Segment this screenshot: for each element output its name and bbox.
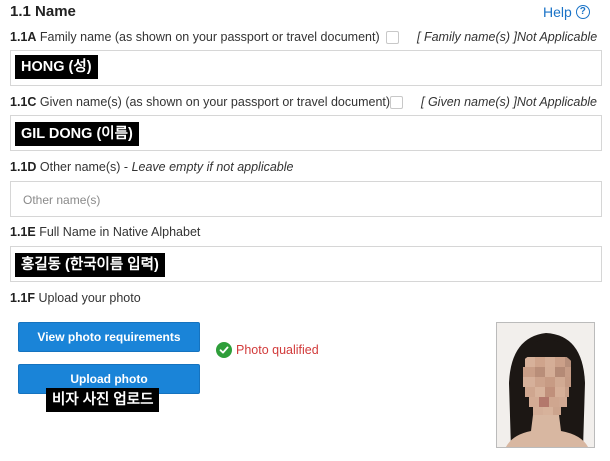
other-name-placeholder: Other name(s): [23, 193, 101, 207]
family-name-text: Family name (as shown on your passport o…: [36, 30, 380, 44]
given-name-not-applicable-label: [ Given name(s) ]Not Applicable: [421, 95, 598, 109]
photo-thumbnail-image: [497, 323, 594, 447]
native-name-input[interactable]: 홍길동 (한국이름 입력): [10, 246, 602, 282]
native-name-number: 1.1E: [10, 225, 36, 239]
given-name-value: GIL DONG (이름): [15, 122, 139, 146]
family-name-not-applicable-checkbox[interactable]: [386, 31, 399, 44]
section-title: 1.1 Name: [10, 3, 76, 20]
other-name-label: 1.1D Other name(s) - Leave empty if not …: [10, 160, 294, 174]
native-name-label: 1.1E Full Name in Native Alphabet: [10, 225, 200, 239]
other-name-input[interactable]: Other name(s): [10, 181, 602, 217]
uploaded-photo: [496, 322, 595, 448]
family-name-label: 1.1A Family name (as shown on your passp…: [10, 30, 380, 44]
family-name-value: HONG (성): [15, 55, 98, 79]
help-label: Help: [543, 4, 572, 20]
other-name-hint: Leave empty if not applicable: [131, 160, 294, 174]
photo-number: 1.1F: [10, 291, 36, 305]
check-circle-icon: [216, 342, 232, 358]
help-link[interactable]: Help ?: [543, 4, 590, 20]
question-circle-icon: ?: [575, 5, 590, 19]
native-name-value: 홍길동 (한국이름 입력): [15, 253, 165, 277]
given-name-number: 1.1C: [10, 95, 37, 109]
family-name-number: 1.1A: [10, 30, 37, 44]
given-name-not-applicable-checkbox[interactable]: [390, 96, 403, 109]
given-name-text: Given name(s) (as shown on your passport…: [36, 95, 391, 109]
photo-status-text: Photo qualified: [236, 343, 319, 357]
upload-photo-caption: 비자 사진 업로드: [46, 388, 160, 412]
other-name-text: Other name(s) -: [36, 160, 132, 174]
family-name-not-applicable-label: [ Family name(s) ]Not Applicable: [417, 30, 598, 44]
view-photo-requirements-button[interactable]: View photo requirements: [18, 322, 200, 352]
photo-status: Photo qualified: [216, 342, 319, 358]
photo-text: Upload your photo: [35, 291, 141, 305]
photo-label: 1.1F Upload your photo: [10, 291, 141, 305]
native-name-text: Full Name in Native Alphabet: [35, 225, 201, 239]
given-name-label: 1.1C Given name(s) (as shown on your pas…: [10, 95, 390, 109]
family-name-input[interactable]: HONG (성): [10, 50, 602, 86]
given-name-input[interactable]: GIL DONG (이름): [10, 115, 602, 151]
other-name-number: 1.1D: [10, 160, 37, 174]
